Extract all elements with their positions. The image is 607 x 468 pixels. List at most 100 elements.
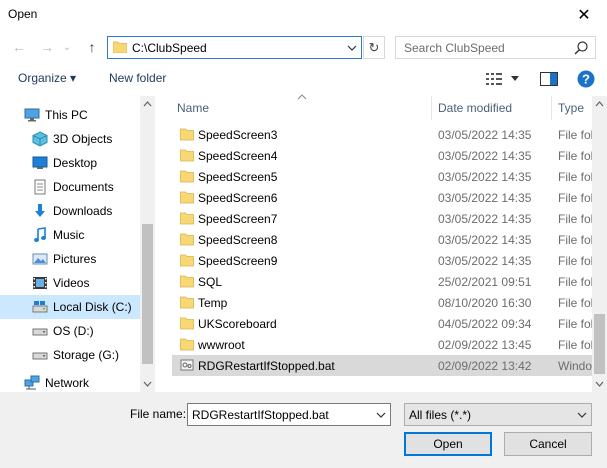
help-button[interactable]: ? bbox=[577, 69, 595, 89]
scroll-up-icon bbox=[595, 101, 604, 107]
file-name: SpeedScreen7 bbox=[198, 212, 278, 226]
file-type: File fol bbox=[558, 254, 592, 268]
back-arrow-icon: ← bbox=[12, 39, 26, 55]
window-title: Open bbox=[8, 7, 38, 21]
sidebar-item-local-disk-c[interactable]: Local Disk (C:) bbox=[0, 295, 140, 319]
file-type: File fol bbox=[558, 338, 592, 352]
search-input[interactable]: Search ClubSpeed bbox=[404, 41, 505, 55]
column-header-type[interactable]: Type bbox=[558, 96, 592, 120]
sidebar-item-pictures[interactable]: Pictures bbox=[0, 247, 140, 271]
sidebar-item-storage-g[interactable]: Storage (G:) bbox=[0, 343, 140, 367]
file-row[interactable]: SpeedScreen8 03/05/2022 14:35 File fol bbox=[172, 229, 592, 250]
sidebar-item-3d-objects[interactable]: 3D Objects bbox=[0, 127, 140, 151]
file-name: SpeedScreen6 bbox=[198, 191, 278, 205]
network-icon bbox=[24, 375, 40, 390]
forward-button[interactable]: → bbox=[36, 36, 58, 58]
new-folder-button[interactable]: New folder bbox=[109, 71, 166, 85]
file-name-field[interactable]: RDGRestartIfStopped.bat bbox=[187, 403, 391, 426]
organize-button[interactable]: Organize ▾ bbox=[18, 71, 76, 85]
sidebar-item-label: This PC bbox=[45, 108, 88, 122]
address-dropdown-button[interactable] bbox=[345, 40, 359, 56]
details-view-icon bbox=[486, 73, 502, 85]
file-list-scroll-thumb[interactable] bbox=[594, 314, 605, 374]
cancel-button-label: Cancel bbox=[529, 437, 567, 451]
sidebar-item-this-pc[interactable]: This PC bbox=[0, 103, 140, 127]
file-type: File fol bbox=[558, 191, 592, 205]
file-name-label: File name: bbox=[130, 407, 187, 421]
refresh-button[interactable]: ↻ bbox=[363, 36, 385, 59]
file-date: 04/05/2022 09:34 bbox=[438, 317, 532, 331]
dialog-footer: File name: RDGRestartIfStopped.bat All f… bbox=[0, 392, 607, 468]
file-date: 03/05/2022 14:35 bbox=[438, 254, 532, 268]
sidebar-item-videos[interactable]: Videos bbox=[0, 271, 140, 295]
sidebar-scroll-thumb[interactable] bbox=[142, 224, 153, 364]
batch-file-icon bbox=[180, 359, 194, 371]
folder-icon bbox=[180, 254, 194, 267]
file-name: Temp bbox=[198, 296, 228, 310]
column-separator[interactable] bbox=[551, 96, 552, 120]
file-date: 25/02/2021 09:51 bbox=[438, 275, 532, 289]
file-row[interactable]: Temp 08/10/2020 16:30 File fol bbox=[172, 292, 592, 313]
file-type: File fol bbox=[558, 128, 592, 142]
file-type: File fol bbox=[558, 296, 592, 310]
file-row[interactable]: SpeedScreen5 03/05/2022 14:35 File fol bbox=[172, 166, 592, 187]
file-row[interactable]: wwwroot 02/09/2022 13:45 File fol bbox=[172, 334, 592, 355]
folder-icon bbox=[180, 191, 194, 204]
close-icon: ✕ bbox=[577, 7, 591, 24]
file-type-select[interactable]: All files (*.*) bbox=[404, 403, 592, 426]
scroll-down-icon bbox=[595, 381, 604, 387]
sidebar-scrollbar[interactable] bbox=[140, 96, 155, 392]
file-type-dropdown-button[interactable] bbox=[575, 407, 589, 423]
file-type: File fol bbox=[558, 317, 592, 331]
column-header-name[interactable]: Name bbox=[177, 94, 431, 120]
file-name: SpeedScreen3 bbox=[198, 128, 278, 142]
file-row[interactable]: SpeedScreen4 03/05/2022 14:35 File fol bbox=[172, 145, 592, 166]
sidebar-item-music[interactable]: Music bbox=[0, 223, 140, 247]
column-header-label: Type bbox=[558, 101, 585, 115]
column-separator[interactable] bbox=[431, 96, 432, 120]
file-name-dropdown-button[interactable] bbox=[374, 407, 388, 423]
preview-pane-button[interactable] bbox=[540, 69, 558, 89]
open-button[interactable]: Open bbox=[404, 432, 492, 456]
back-button[interactable]: ← bbox=[8, 36, 30, 58]
sidebar-item-desktop[interactable]: Desktop bbox=[0, 151, 140, 175]
file-row-selected[interactable]: RDGRestartIfStopped.bat 02/09/2022 13:42… bbox=[172, 355, 592, 376]
sidebar-item-documents[interactable]: Documents bbox=[0, 175, 140, 199]
file-row[interactable]: SpeedScreen3 03/05/2022 14:35 File fol bbox=[172, 124, 592, 145]
folder-icon bbox=[180, 233, 194, 246]
chevron-down-icon: ⌄ bbox=[62, 41, 72, 53]
file-date: 03/05/2022 14:35 bbox=[438, 128, 532, 142]
sidebar-item-downloads[interactable]: Downloads bbox=[0, 199, 140, 223]
file-date: 03/05/2022 14:35 bbox=[438, 212, 532, 226]
drive-icon bbox=[32, 352, 48, 360]
sidebar-item-os-d[interactable]: OS (D:) bbox=[0, 319, 140, 343]
file-list-scrollbar[interactable] bbox=[592, 96, 607, 392]
file-name: SpeedScreen9 bbox=[198, 254, 278, 268]
scroll-down-icon bbox=[143, 381, 152, 387]
search-box[interactable]: Search ClubSpeed bbox=[395, 36, 596, 59]
file-type: File fol bbox=[558, 233, 592, 247]
file-row[interactable]: SpeedScreen9 03/05/2022 14:35 File fol bbox=[172, 250, 592, 271]
drive-icon bbox=[32, 328, 48, 336]
recent-locations-button[interactable]: ⌄ bbox=[60, 36, 74, 58]
file-date: 03/05/2022 14:35 bbox=[438, 170, 532, 184]
file-row[interactable]: UKScoreboard 04/05/2022 09:34 File fol bbox=[172, 313, 592, 334]
folder-icon bbox=[113, 41, 127, 53]
sidebar-item-label: Documents bbox=[53, 180, 114, 194]
view-options-button[interactable] bbox=[486, 69, 520, 89]
file-row[interactable]: SpeedScreen7 03/05/2022 14:35 File fol bbox=[172, 208, 592, 229]
file-row[interactable]: SpeedScreen6 03/05/2022 14:35 File fol bbox=[172, 187, 592, 208]
chevron-down-icon bbox=[347, 45, 357, 51]
command-bar: Organize ▾ New folder ? bbox=[0, 64, 607, 94]
address-bar[interactable]: C:\ClubSpeed bbox=[107, 36, 362, 59]
sidebar-item-network[interactable]: Network bbox=[0, 375, 140, 391]
file-name-value[interactable]: RDGRestartIfStopped.bat bbox=[192, 408, 329, 422]
close-button[interactable]: ✕ bbox=[561, 0, 607, 30]
pictures-icon bbox=[32, 253, 48, 265]
up-button[interactable]: ↑ bbox=[81, 36, 103, 58]
column-header-date[interactable]: Date modified bbox=[438, 96, 550, 120]
file-row[interactable]: SQL 25/02/2021 09:51 File fol bbox=[172, 271, 592, 292]
file-type: File fol bbox=[558, 149, 592, 163]
cancel-button[interactable]: Cancel bbox=[504, 432, 592, 456]
chevron-down-icon bbox=[577, 412, 587, 418]
